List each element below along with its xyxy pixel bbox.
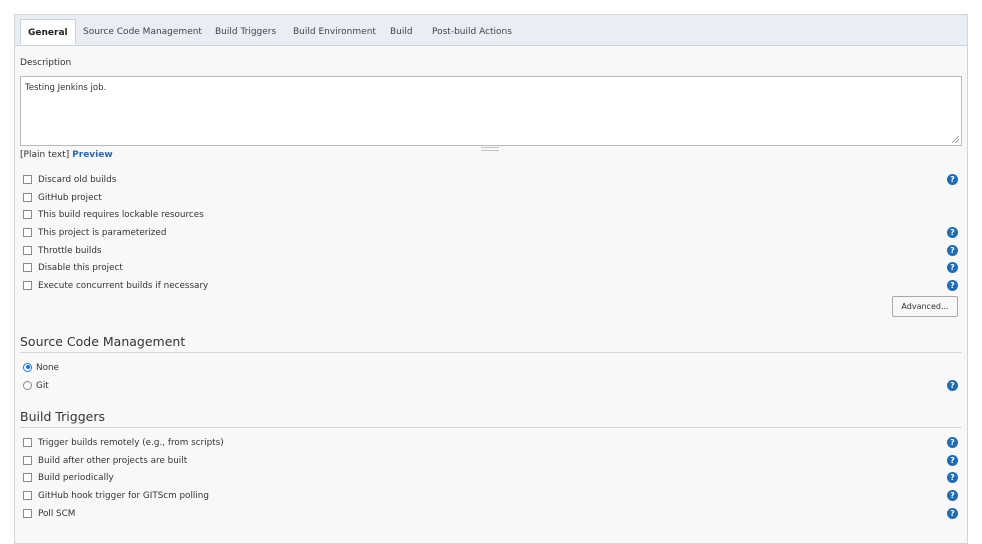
description-textarea[interactable]: Testing Jenkins job. (20, 76, 962, 146)
help-icon[interactable]: ? (947, 227, 958, 238)
section-divider (20, 427, 962, 428)
option-label: GitHub project (38, 193, 102, 203)
help-icon[interactable]: ? (947, 472, 958, 483)
option-label: Discard old builds (38, 175, 117, 185)
option-lockable-resources[interactable]: This build requires lockable resources (23, 208, 204, 222)
tab-build-triggers[interactable]: Build Triggers (208, 19, 283, 45)
checkbox[interactable] (23, 245, 32, 255)
option-label: Disable this project (38, 263, 123, 273)
option-disable-project[interactable]: Disable this project (23, 261, 123, 275)
textarea-drag-handle[interactable] (481, 147, 499, 151)
option-label: Throttle builds (38, 246, 102, 256)
help-icon[interactable]: ? (947, 508, 958, 519)
checkbox[interactable] (23, 437, 32, 447)
resize-grip-icon[interactable] (952, 136, 959, 143)
section-title-scm: Source Code Management (20, 334, 186, 349)
option-label: This build requires lockable resources (38, 210, 204, 220)
option-label: Git (36, 381, 49, 391)
config-tab-bar: General Source Code Management Build Tri… (15, 15, 967, 46)
checkbox[interactable] (23, 262, 32, 272)
checkbox[interactable] (23, 508, 32, 518)
help-icon[interactable]: ? (947, 380, 958, 391)
trigger-periodically[interactable]: Build periodically (23, 471, 114, 485)
checkbox[interactable] (23, 280, 32, 290)
tab-build-environment[interactable]: Build Environment (286, 19, 383, 45)
format-line: [Plain text] Preview (20, 150, 113, 160)
scm-option-git[interactable]: Git (23, 379, 49, 393)
preview-link[interactable]: Preview (72, 150, 113, 160)
option-label: Execute concurrent builds if necessary (38, 281, 209, 291)
plain-text-label: [Plain text] (20, 150, 70, 160)
trigger-poll-scm[interactable]: Poll SCM (23, 507, 75, 521)
checkbox[interactable] (23, 472, 32, 482)
help-icon[interactable]: ? (947, 262, 958, 273)
job-config-panel: General Source Code Management Build Tri… (14, 14, 968, 544)
option-label: Build after other projects are built (38, 456, 188, 466)
option-concurrent-builds[interactable]: Execute concurrent builds if necessary (23, 279, 208, 293)
option-label: GitHub hook trigger for GITScm polling (38, 491, 209, 501)
trigger-remote[interactable]: Trigger builds remotely (e.g., from scri… (23, 436, 224, 450)
help-icon[interactable]: ? (947, 280, 958, 291)
checkbox[interactable] (23, 209, 32, 219)
option-label: Poll SCM (38, 509, 76, 519)
tab-build[interactable]: Build (383, 19, 420, 45)
option-throttle-builds[interactable]: Throttle builds (23, 244, 102, 258)
option-label: Build periodically (38, 473, 114, 483)
scm-option-none[interactable]: None (23, 361, 59, 375)
help-icon[interactable]: ? (947, 455, 958, 466)
option-discard-old-builds[interactable]: Discard old builds (23, 173, 116, 187)
option-label: This project is parameterized (38, 228, 167, 238)
tab-source-code-management[interactable]: Source Code Management (76, 19, 209, 45)
trigger-after-other-projects[interactable]: Build after other projects are built (23, 454, 187, 468)
trigger-github-hook[interactable]: GitHub hook trigger for GITScm polling (23, 489, 209, 503)
checkbox[interactable] (23, 174, 32, 184)
checkbox[interactable] (23, 192, 32, 202)
option-github-project[interactable]: GitHub project (23, 191, 102, 205)
help-icon[interactable]: ? (947, 245, 958, 256)
checkbox[interactable] (23, 227, 32, 237)
checkbox[interactable] (23, 455, 32, 465)
description-label: Description (20, 58, 72, 68)
help-icon[interactable]: ? (947, 437, 958, 448)
advanced-button[interactable]: Advanced... (892, 296, 958, 317)
tab-post-build-actions[interactable]: Post-build Actions (425, 19, 519, 45)
help-icon[interactable]: ? (947, 174, 958, 185)
option-parameterized[interactable]: This project is parameterized (23, 226, 166, 240)
option-label: None (36, 363, 59, 373)
checkbox[interactable] (23, 490, 32, 500)
description-value: Testing Jenkins job. (25, 83, 107, 93)
section-title-build-triggers: Build Triggers (20, 409, 105, 424)
radio-button[interactable] (23, 380, 32, 390)
radio-button[interactable] (23, 362, 32, 372)
help-icon[interactable]: ? (947, 490, 958, 501)
section-divider (20, 352, 962, 353)
tab-general[interactable]: General (20, 19, 76, 45)
option-label: Trigger builds remotely (e.g., from scri… (38, 438, 224, 448)
